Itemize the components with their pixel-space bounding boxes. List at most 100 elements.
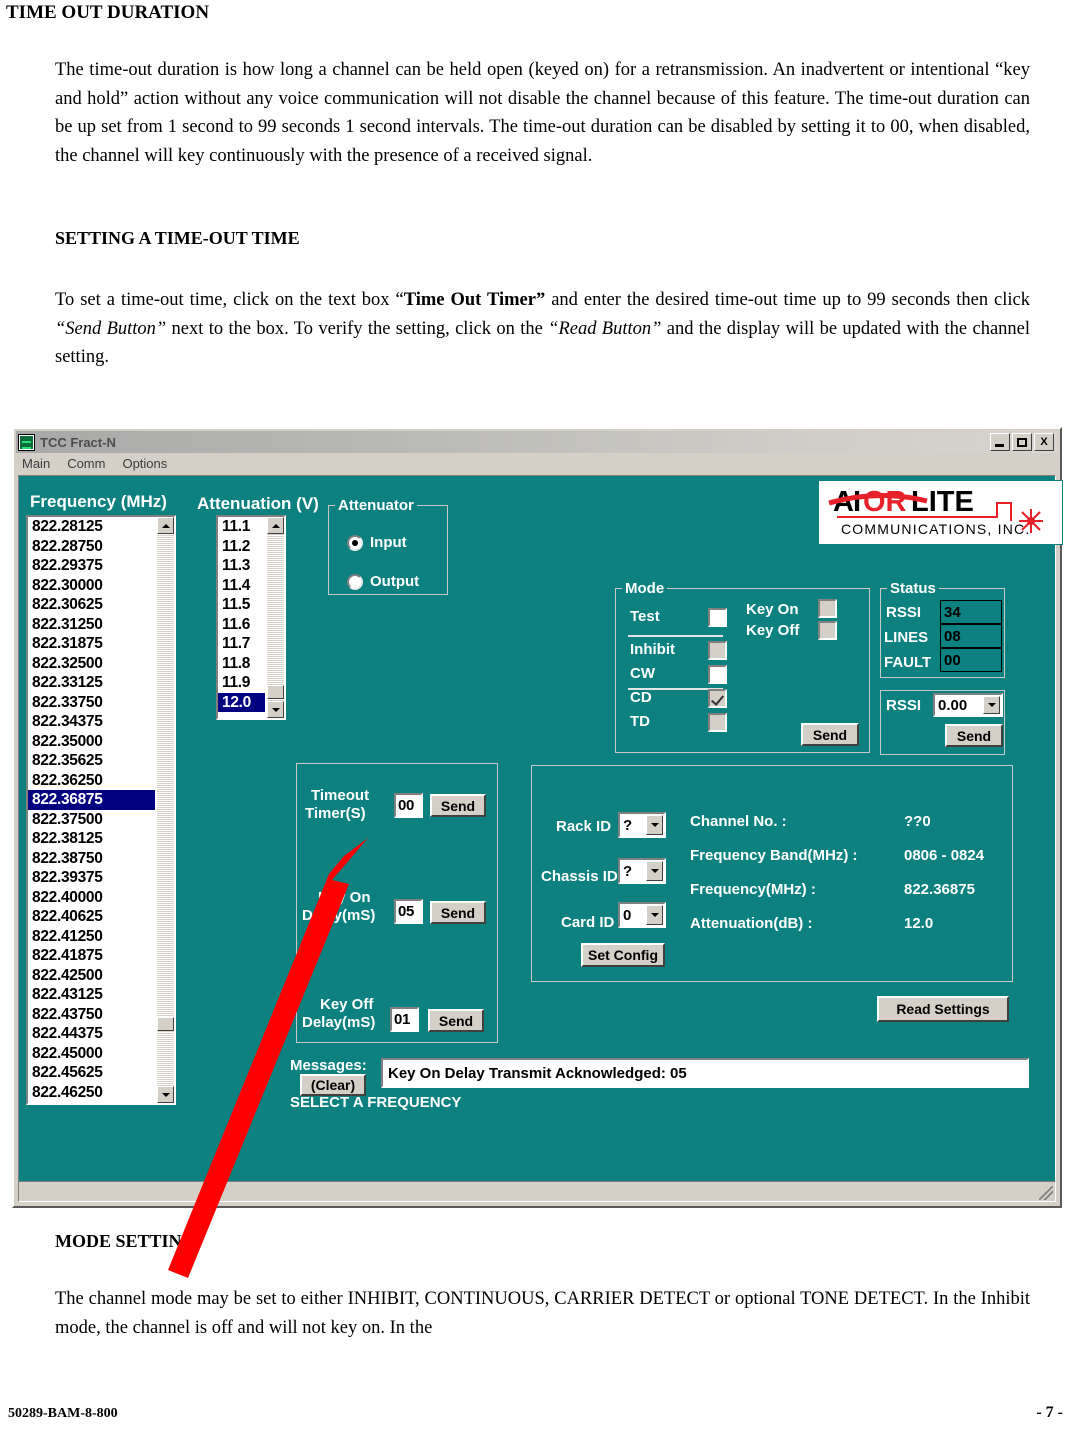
rssi-set-send-button[interactable]: Send — [945, 724, 1003, 747]
frequency-scroll-thumb[interactable] — [157, 1017, 174, 1031]
window-controls: X — [990, 433, 1056, 451]
card-id-value: 0 — [623, 906, 632, 924]
list-item[interactable]: 11.9 — [218, 673, 265, 693]
list-item[interactable]: 822.33125 — [28, 673, 155, 693]
timeout-timer-send-button[interactable]: Send — [430, 794, 486, 817]
attenuation-items[interactable]: 11.1 11.2 11.3 11.4 11.5 11.6 11.7 11.8 11.9 12.0 — [218, 517, 265, 718]
messages-clear-button[interactable]: (Clear) — [300, 1074, 366, 1096]
list-item[interactable]: 822.38125 — [28, 829, 155, 849]
list-item[interactable]: 11.7 — [218, 634, 265, 654]
list-item[interactable]: 822.35000 — [28, 732, 155, 752]
key-on-delay-send-button[interactable]: Send — [430, 901, 486, 924]
chassis-id-combobox[interactable]: ? — [618, 858, 666, 884]
list-item[interactable]: 822.43750 — [28, 1005, 155, 1025]
list-item[interactable]: 11.5 — [218, 595, 265, 615]
list-item[interactable]: 822.35625 — [28, 751, 155, 771]
attenuation-label: Attenuation (V) — [197, 494, 319, 513]
key-off-label: Key Off — [746, 622, 800, 639]
chevron-up-icon — [271, 523, 280, 528]
list-item[interactable]: 12.0 — [218, 692, 265, 712]
list-item[interactable]: 822.37500 — [28, 810, 155, 830]
chassis-id-dropdown-button[interactable] — [646, 861, 663, 881]
status-rssi-label: RSSI — [886, 604, 922, 621]
timeout-timer-input[interactable]: 00 — [394, 793, 423, 818]
list-item[interactable]: 822.29375 — [28, 556, 155, 576]
key-off-delay-input[interactable]: 01 — [390, 1007, 419, 1032]
attenuation-scrollbar[interactable] — [267, 517, 284, 718]
list-item[interactable]: 822.40000 — [28, 888, 155, 908]
menu-item-main[interactable]: Main — [22, 456, 50, 471]
list-item[interactable]: 822.32500 — [28, 654, 155, 674]
rssi-set-combobox[interactable]: 0.00 — [933, 693, 1003, 717]
rack-id-dropdown-button[interactable] — [646, 815, 663, 835]
attenuator-output-radio[interactable] — [347, 574, 363, 590]
mode-test-checkbox[interactable] — [708, 608, 727, 627]
close-button[interactable]: X — [1034, 433, 1054, 451]
list-item[interactable]: 822.31875 — [28, 634, 155, 654]
list-item[interactable]: 822.36875 — [28, 790, 155, 810]
card-id-label: Card ID — [561, 914, 615, 931]
mode-cw-checkbox[interactable] — [708, 665, 727, 684]
list-item[interactable]: 822.46250 — [28, 1083, 155, 1103]
messages-textbox[interactable]: Key On Delay Transmit Acknowledged: 05 — [381, 1058, 1029, 1088]
list-item[interactable]: 822.43125 — [28, 985, 155, 1005]
attenuator-input-radio[interactable] — [347, 535, 363, 551]
list-item[interactable]: 822.33750 — [28, 693, 155, 713]
menu-item-options[interactable]: Options — [122, 456, 167, 471]
chevron-down-icon — [650, 869, 659, 873]
rssi-set-dropdown-button[interactable] — [983, 696, 1000, 714]
key-off-checkbox[interactable] — [818, 621, 837, 640]
timeout-timer-label-line1: Timeout — [311, 787, 370, 804]
key-off-delay-send-button[interactable]: Send — [428, 1009, 484, 1032]
list-item[interactable]: 822.30000 — [28, 576, 155, 596]
list-item[interactable]: 11.1 — [218, 517, 265, 537]
attenuation-scroll-thumb[interactable] — [267, 685, 284, 699]
list-item[interactable]: 11.3 — [218, 556, 265, 576]
svg-text:COMMUNICATIONS, INC.: COMMUNICATIONS, INC. — [841, 521, 1030, 537]
list-item[interactable]: 822.45000 — [28, 1044, 155, 1064]
list-item[interactable]: 822.40625 — [28, 907, 155, 927]
list-item[interactable]: 822.28125 — [28, 517, 155, 537]
attenuation-scroll-up-button[interactable] — [267, 517, 284, 534]
list-item[interactable]: 822.34375 — [28, 712, 155, 732]
mode-cd-checkbox[interactable] — [708, 689, 727, 708]
list-item[interactable]: 11.2 — [218, 537, 265, 557]
frequency-items[interactable]: 822.28125 822.28750 822.29375 822.30000 822.… — [28, 517, 155, 1103]
list-item[interactable]: 822.38750 — [28, 849, 155, 869]
list-item[interactable]: 11.6 — [218, 615, 265, 635]
maximize-icon — [1017, 437, 1027, 447]
list-item[interactable]: 822.45625 — [28, 1063, 155, 1083]
rack-id-combobox[interactable]: ? — [618, 812, 666, 838]
paragraph-time-out-duration: The time-out duration is how long a chan… — [55, 60, 1030, 166]
list-item[interactable]: 11.4 — [218, 576, 265, 596]
minimize-button[interactable] — [990, 433, 1010, 451]
attenuation-listbox[interactable]: 11.1 11.2 11.3 11.4 11.5 11.6 11.7 11.8 11.9 12.0 — [216, 515, 286, 720]
list-item[interactable]: 822.39375 — [28, 868, 155, 888]
frequency-scrollbar[interactable] — [157, 517, 174, 1103]
key-on-delay-input[interactable]: 05 — [394, 899, 423, 924]
mode-send-button[interactable]: Send — [801, 723, 859, 746]
maximize-button[interactable] — [1012, 433, 1032, 451]
menu-item-comm[interactable]: Comm — [67, 456, 105, 471]
set-config-button[interactable]: Set Config — [581, 943, 665, 967]
resize-grip-icon[interactable] — [1039, 1186, 1053, 1200]
card-id-dropdown-button[interactable] — [646, 905, 663, 925]
list-item[interactable]: 822.28750 — [28, 537, 155, 557]
list-item[interactable]: 822.41250 — [28, 927, 155, 947]
attenuation-scroll-down-button[interactable] — [267, 701, 284, 718]
mode-td-checkbox[interactable] — [708, 713, 727, 732]
frequency-listbox[interactable]: 822.28125 822.28750 822.29375 822.30000 822.… — [26, 515, 176, 1105]
list-item[interactable]: 822.44375 — [28, 1024, 155, 1044]
list-item[interactable]: 822.41875 — [28, 946, 155, 966]
card-id-combobox[interactable]: 0 — [618, 902, 666, 928]
list-item[interactable]: 822.36250 — [28, 771, 155, 791]
frequency-scroll-down-button[interactable] — [157, 1086, 174, 1103]
list-item[interactable]: 822.31250 — [28, 615, 155, 635]
read-settings-button[interactable]: Read Settings — [877, 996, 1009, 1022]
list-item[interactable]: 822.30625 — [28, 595, 155, 615]
list-item[interactable]: 822.42500 — [28, 966, 155, 986]
frequency-scroll-up-button[interactable] — [157, 517, 174, 534]
list-item[interactable]: 11.8 — [218, 654, 265, 674]
key-on-checkbox[interactable] — [818, 599, 837, 618]
mode-inhibit-checkbox[interactable] — [708, 641, 727, 660]
